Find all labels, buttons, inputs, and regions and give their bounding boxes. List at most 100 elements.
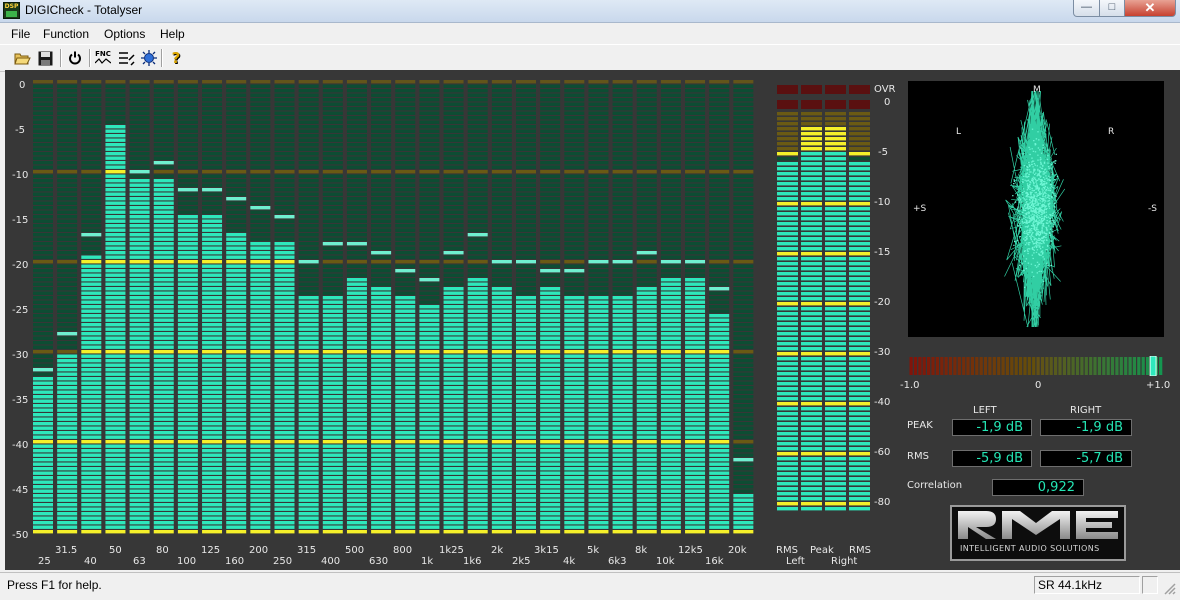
meter-segment xyxy=(849,177,870,181)
band-segment xyxy=(129,368,150,372)
correlation-segment xyxy=(1040,357,1045,375)
band-segment xyxy=(202,156,223,160)
band-segment xyxy=(298,413,319,417)
band-segment xyxy=(419,224,440,228)
band-segment xyxy=(491,170,512,174)
band-segment xyxy=(33,449,53,453)
band-segment xyxy=(419,129,440,133)
meter-segment xyxy=(825,357,846,361)
band-segment xyxy=(57,242,78,246)
band-segment xyxy=(81,521,102,525)
band-segment xyxy=(129,408,150,412)
band-segment xyxy=(33,111,53,115)
correlation-segment xyxy=(1119,357,1123,375)
band-segment xyxy=(540,498,561,502)
power-icon[interactable] xyxy=(65,48,85,68)
band-segment xyxy=(588,494,609,498)
menu-help[interactable]: Help xyxy=(160,27,185,41)
save-icon[interactable] xyxy=(35,48,55,68)
meter-segment xyxy=(801,142,822,146)
band-segment xyxy=(395,98,416,102)
band-segment xyxy=(467,359,488,363)
band-segment xyxy=(153,192,174,196)
band-segment xyxy=(540,170,561,174)
band-segment xyxy=(660,264,681,268)
band-segment xyxy=(81,296,102,300)
band-segment xyxy=(564,210,585,214)
band-segment xyxy=(226,210,247,214)
band-segment xyxy=(467,215,488,219)
band-segment xyxy=(709,111,730,115)
meter-segment xyxy=(849,357,870,361)
band-segment xyxy=(346,471,367,475)
band-segment xyxy=(81,98,102,102)
settings-icon[interactable] xyxy=(116,48,136,68)
meter-segment xyxy=(777,262,798,266)
band-segment xyxy=(540,444,561,448)
band-segment xyxy=(733,201,754,205)
band-segment xyxy=(660,327,681,331)
band-segment xyxy=(419,453,440,457)
meter-segment xyxy=(801,322,822,326)
band-segment xyxy=(129,458,150,462)
band-segment xyxy=(81,485,102,489)
band-segment xyxy=(153,386,174,390)
band-segment xyxy=(250,282,271,286)
band-segment xyxy=(540,530,561,534)
menu-function[interactable]: Function xyxy=(43,27,89,41)
band-segment xyxy=(467,336,488,340)
band-segment xyxy=(153,233,174,237)
band-segment xyxy=(419,84,440,88)
band-segment xyxy=(540,516,561,520)
band-segment xyxy=(371,251,392,255)
band-segment xyxy=(636,489,657,493)
meter-segment xyxy=(777,392,798,396)
band-segment xyxy=(226,390,247,394)
band-segment xyxy=(57,485,78,489)
menu-file[interactable]: File xyxy=(11,27,30,41)
band-segment xyxy=(733,314,754,318)
band-segment xyxy=(298,89,319,93)
band-segment xyxy=(588,246,609,250)
analyzer-icon[interactable] xyxy=(139,48,159,68)
band-segment xyxy=(467,111,488,115)
minimize-button[interactable]: — xyxy=(1073,0,1100,17)
band-segment xyxy=(298,341,319,345)
band-segment xyxy=(226,480,247,484)
band-segment xyxy=(467,345,488,349)
band-segment xyxy=(33,341,53,345)
band-segment xyxy=(129,116,150,120)
band-segment xyxy=(660,201,681,205)
resize-grip-icon[interactable] xyxy=(1162,581,1176,595)
band-label: 1k6 xyxy=(463,556,482,567)
band-segment xyxy=(540,332,561,336)
band-segment xyxy=(540,422,561,426)
menu-options[interactable]: Options xyxy=(104,27,145,41)
band-segment xyxy=(660,377,681,381)
band-segment xyxy=(81,458,102,462)
band-segment xyxy=(564,246,585,250)
meter-scale-label: -60 xyxy=(874,447,891,458)
band-segment xyxy=(733,525,754,529)
close-button[interactable]: ✕ xyxy=(1124,0,1176,17)
meter-segment xyxy=(849,437,870,441)
function-icon[interactable]: FNC xyxy=(93,48,113,68)
band-segment xyxy=(177,291,198,295)
band-segment xyxy=(177,341,198,345)
meter-segment xyxy=(777,342,798,346)
open-icon[interactable] xyxy=(12,48,32,68)
band-segment xyxy=(709,291,730,295)
band-segment xyxy=(57,332,78,336)
band-segment xyxy=(33,525,53,529)
band-segment xyxy=(540,125,561,129)
maximize-button[interactable]: □ xyxy=(1099,0,1125,17)
band-segment xyxy=(81,179,102,183)
band-segment xyxy=(467,494,488,498)
band-segment xyxy=(564,444,585,448)
band-segment xyxy=(105,116,126,120)
band-label: 160 xyxy=(225,556,245,567)
help-icon[interactable]: ? xyxy=(166,48,186,68)
band-segment xyxy=(636,372,657,376)
band-segment xyxy=(202,206,223,210)
band-segment xyxy=(733,264,754,268)
